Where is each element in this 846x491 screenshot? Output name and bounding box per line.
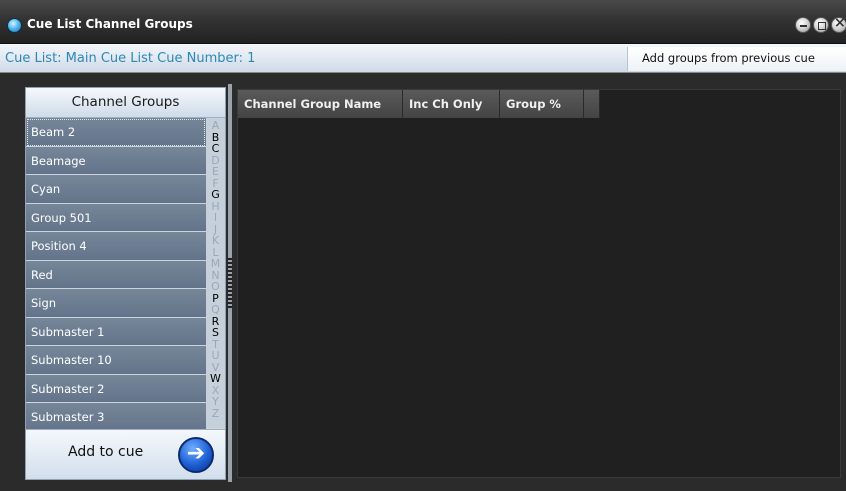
alphabet-letter-s[interactable]: S — [206, 327, 225, 339]
alphabet-letter-i[interactable]: I — [206, 212, 225, 224]
cue-info-text: Cue List: Main Cue List Cue Number: 1 — [5, 51, 256, 66]
minimize-button[interactable] — [795, 17, 811, 33]
channel-group-table: Channel Group Name Inc Ch Only Group % — [237, 89, 841, 478]
alphabet-letter-e[interactable]: E — [206, 166, 225, 178]
splitter-grip[interactable] — [228, 258, 232, 308]
maximize-button[interactable] — [813, 17, 829, 33]
alphabet-letter-m[interactable]: M — [206, 258, 225, 270]
channel-group-item[interactable]: Beamage — [26, 146, 206, 175]
app-icon — [7, 18, 22, 33]
add-to-cue-button[interactable]: Add to cue ➔ — [26, 429, 225, 479]
alphabet-letter-y[interactable]: Y — [206, 396, 225, 408]
alphabet-letter-o[interactable]: O — [206, 281, 225, 293]
alphabet-letter-z[interactable]: Z — [206, 407, 225, 420]
channel-group-item[interactable]: Cyan — [26, 175, 206, 204]
column-header-inc-ch-only[interactable]: Inc Ch Only — [403, 90, 500, 118]
alphabet-letter-g[interactable]: G — [206, 189, 225, 201]
channel-group-item[interactable]: Submaster 10 — [26, 346, 206, 375]
arrow-right-circle-icon[interactable]: ➔ — [178, 437, 214, 473]
close-button[interactable] — [831, 15, 846, 33]
channel-group-item[interactable]: Group 501 — [26, 203, 206, 232]
cue-info-bar: Cue List: Main Cue List Cue Number: 1 Ad… — [0, 44, 846, 73]
column-header-group-percent[interactable]: Group % — [500, 90, 584, 118]
channel-group-item[interactable]: Beam 2 — [26, 118, 206, 147]
channel-group-item[interactable]: Red — [26, 260, 206, 289]
alphabet-letter-w[interactable]: W — [206, 373, 225, 385]
alphabet-letter-c[interactable]: C — [206, 143, 225, 155]
window-title: Cue List Channel Groups — [27, 17, 193, 31]
column-header-filler — [584, 90, 600, 118]
column-header-channel-group-name[interactable]: Channel Group Name — [238, 90, 403, 118]
alphabet-index: ABCDEFGHIJKLMNOPQRSTUVWXYZ — [206, 118, 225, 428]
channel-group-list: Beam 2 Beamage Cyan Group 501 Position 4 Red S… — [26, 118, 206, 432]
alphabet-letter-a[interactable]: A — [206, 120, 225, 132]
channel-group-item[interactable]: Sign — [26, 289, 206, 318]
title-bar: Cue List Channel Groups — [0, 0, 846, 44]
alphabet-letter-q[interactable]: Q — [206, 304, 225, 316]
add-to-cue-label: Add to cue — [68, 444, 144, 460]
channel-group-item[interactable]: Submaster 1 — [26, 317, 206, 346]
channel-group-item[interactable]: Submaster 2 — [26, 374, 206, 403]
channel-group-item[interactable]: Submaster 3 — [26, 403, 206, 432]
channel-group-item[interactable]: Position 4 — [26, 232, 206, 261]
channel-groups-header: Channel Groups — [26, 88, 225, 118]
table-header: Channel Group Name Inc Ch Only Group % — [238, 90, 600, 118]
alphabet-letter-k[interactable]: K — [206, 235, 225, 247]
channel-groups-panel: Channel Groups Beam 2 Beamage Cyan Group 50… — [25, 87, 226, 480]
add-groups-from-previous-cue-button[interactable]: Add groups from previous cue — [627, 47, 846, 71]
alphabet-letter-u[interactable]: U — [206, 350, 225, 362]
